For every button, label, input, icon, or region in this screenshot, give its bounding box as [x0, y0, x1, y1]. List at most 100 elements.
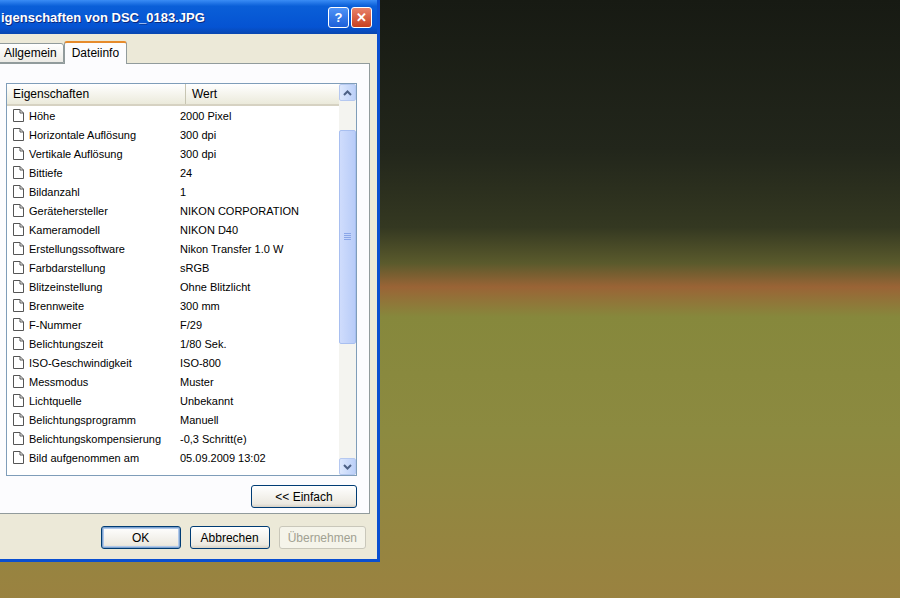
property-value: 300 dpi: [174, 148, 339, 160]
dialog-footer: OK Abbrechen Übernehmen: [0, 514, 370, 549]
property-name: Bittiefe: [7, 166, 174, 179]
property-value: 1/80 Sek.: [174, 338, 339, 350]
document-icon: [13, 356, 24, 369]
document-icon: [13, 375, 24, 388]
list-header: EigenschaftenWert: [7, 84, 339, 106]
close-button[interactable]: ✕: [351, 7, 372, 28]
document-icon: [13, 261, 24, 274]
property-name: Bildanzahl: [7, 185, 174, 198]
property-name: Gerätehersteller: [7, 204, 174, 217]
property-value: Ohne Blitzlicht: [174, 281, 339, 293]
tab-panel: EigenschaftenWertHöhe2000 PixelHorizonta…: [0, 63, 370, 514]
property-value: 24: [174, 167, 339, 179]
desktop: igenschaften von DSC_0183.JPG?✕Allgemein…: [0, 0, 900, 598]
property-row[interactable]: KameramodellNIKON D40: [7, 220, 339, 239]
property-name: Erstellungssoftware: [7, 242, 174, 255]
dialog-button: Übernehmen: [279, 526, 366, 549]
toggle-detail-button[interactable]: << Einfach: [251, 485, 357, 508]
title-buttons: ?✕: [328, 7, 372, 28]
property-row[interactable]: ISO-GeschwindigkeitISO-800: [7, 353, 339, 372]
property-row[interactable]: FarbdarstellungsRGB: [7, 258, 339, 277]
property-row[interactable]: Bittiefe24: [7, 163, 339, 182]
dialog-body: AllgemeinDateiinfoEigenschaftenWertHöhe2…: [0, 34, 377, 559]
property-row[interactable]: Höhe2000 Pixel: [7, 106, 339, 125]
document-icon: [13, 185, 24, 198]
property-value: 1: [174, 186, 339, 198]
property-row[interactable]: LichtquelleUnbekannt: [7, 391, 339, 410]
list-content: EigenschaftenWertHöhe2000 PixelHorizonta…: [7, 84, 339, 475]
property-name: Belichtungskompensierung: [7, 432, 174, 445]
document-icon: [13, 242, 24, 255]
document-icon: [13, 109, 24, 122]
property-row[interactable]: MessmodusMuster: [7, 372, 339, 391]
document-icon: [13, 223, 24, 236]
property-row[interactable]: Vertikale Auflösung300 dpi: [7, 144, 339, 163]
property-name: Höhe: [7, 109, 174, 122]
help-button[interactable]: ?: [328, 7, 349, 28]
scrollbar[interactable]: [339, 84, 356, 475]
property-value: Unbekannt: [174, 395, 339, 407]
dialog-button[interactable]: OK: [101, 526, 181, 549]
property-value: -0,3 Schritt(e): [174, 433, 339, 445]
tab[interactable]: Allgemein: [0, 43, 64, 63]
property-row[interactable]: Bild aufgenommen am05.09.2009 13:02: [7, 448, 339, 467]
document-icon: [13, 147, 24, 160]
property-value: NIKON D40: [174, 224, 339, 236]
document-icon: [13, 318, 24, 331]
property-name: Messmodus: [7, 375, 174, 388]
property-row[interactable]: BlitzeinstellungOhne Blitzlicht: [7, 277, 339, 296]
column-header[interactable]: Wert: [186, 84, 339, 104]
property-name: ISO-Geschwindigkeit: [7, 356, 174, 369]
document-icon: [13, 413, 24, 426]
title-bar[interactable]: igenschaften von DSC_0183.JPG?✕: [0, 0, 377, 34]
property-name: Bild aufgenommen am: [7, 451, 174, 464]
property-value: Nikon Transfer 1.0 W: [174, 243, 339, 255]
property-name: F-Nummer: [7, 318, 174, 331]
property-name: Horizontale Auflösung: [7, 128, 174, 141]
property-row[interactable]: Belichtungszeit1/80 Sek.: [7, 334, 339, 353]
document-icon: [13, 394, 24, 407]
property-name: Kameramodell: [7, 223, 174, 236]
property-value: 05.09.2009 13:02: [174, 452, 339, 464]
dialog-button[interactable]: Abbrechen: [190, 526, 270, 549]
detail-row: << Einfach: [6, 476, 357, 508]
property-row[interactable]: F-NummerF/29: [7, 315, 339, 334]
property-row[interactable]: GeräteherstellerNIKON CORPORATION: [7, 201, 339, 220]
property-name: Farbdarstellung: [7, 261, 174, 274]
document-icon: [13, 204, 24, 217]
document-icon: [13, 299, 24, 312]
property-row[interactable]: Brennweite300 mm: [7, 296, 339, 315]
scroll-up-icon: [343, 90, 352, 96]
grip-icon: [344, 233, 351, 240]
document-icon: [13, 166, 24, 179]
document-icon: [13, 280, 24, 293]
property-name: Blitzeinstellung: [7, 280, 174, 293]
property-row[interactable]: Horizontale Auflösung300 dpi: [7, 125, 339, 144]
property-value: F/29: [174, 319, 339, 331]
property-name: Lichtquelle: [7, 394, 174, 407]
scroll-thumb[interactable]: [339, 130, 356, 344]
property-name: Brennweite: [7, 299, 174, 312]
property-value: Manuell: [174, 414, 339, 426]
property-row[interactable]: ErstellungssoftwareNikon Transfer 1.0 W: [7, 239, 339, 258]
properties-dialog: igenschaften von DSC_0183.JPG?✕Allgemein…: [0, 0, 380, 562]
scroll-down-button[interactable]: [339, 458, 356, 475]
scroll-up-button[interactable]: [339, 84, 356, 101]
property-name: Vertikale Auflösung: [7, 147, 174, 160]
window-title: igenschaften von DSC_0183.JPG: [1, 10, 205, 25]
property-list: EigenschaftenWertHöhe2000 PixelHorizonta…: [6, 83, 357, 476]
property-value: ISO-800: [174, 357, 339, 369]
property-row[interactable]: Bildanzahl1: [7, 182, 339, 201]
scroll-down-icon: [343, 464, 352, 470]
document-icon: [13, 432, 24, 445]
property-value: 300 mm: [174, 300, 339, 312]
property-row[interactable]: Belichtungskompensierung-0,3 Schritt(e): [7, 429, 339, 448]
tab[interactable]: Dateiinfo: [64, 41, 127, 64]
property-value: 2000 Pixel: [174, 110, 339, 122]
property-row[interactable]: BelichtungsprogrammManuell: [7, 410, 339, 429]
document-icon: [13, 451, 24, 464]
property-value: sRGB: [174, 262, 339, 274]
scroll-track[interactable]: [339, 101, 356, 458]
document-icon: [13, 337, 24, 350]
column-header[interactable]: Eigenschaften: [7, 84, 186, 104]
